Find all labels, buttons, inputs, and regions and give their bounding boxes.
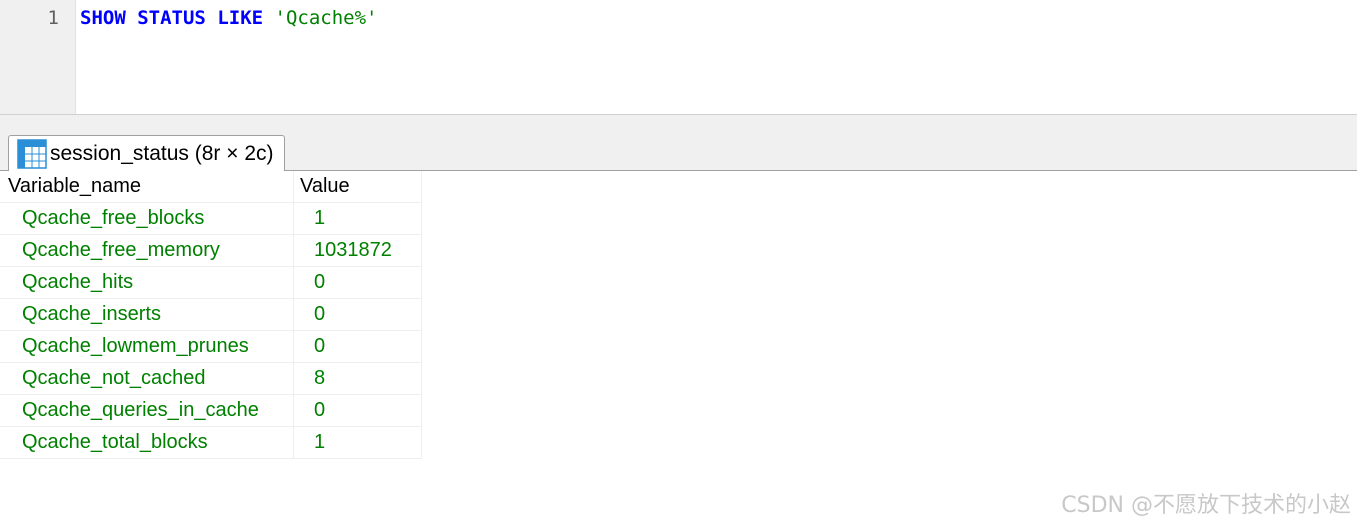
sql-keyword-like: LIKE bbox=[217, 7, 264, 29]
table-row[interactable]: Qcache_total_blocks 1 bbox=[0, 426, 422, 459]
table-row[interactable]: Qcache_not_cached 8 bbox=[0, 362, 422, 395]
table-row[interactable]: Qcache_queries_in_cache 0 bbox=[0, 394, 422, 427]
cell-variable-name[interactable]: Qcache_not_cached bbox=[0, 362, 294, 395]
cell-value[interactable]: 1031872 bbox=[293, 234, 422, 267]
sql-keyword-show: SHOW bbox=[80, 7, 126, 29]
table-grid-icon bbox=[17, 139, 47, 169]
table-row[interactable]: Qcache_hits 0 bbox=[0, 266, 422, 299]
line-number-gutter: 1 bbox=[0, 0, 76, 114]
cell-variable-name[interactable]: Qcache_queries_in_cache bbox=[0, 394, 294, 427]
line-number: 1 bbox=[47, 7, 59, 29]
sql-editor[interactable]: 1 SHOW STATUS LIKE 'Qcache%' bbox=[0, 0, 1357, 115]
table-row[interactable]: Qcache_lowmem_prunes 0 bbox=[0, 330, 422, 363]
table-row[interactable]: Qcache_free_blocks 1 bbox=[0, 202, 422, 235]
cell-variable-name[interactable]: Qcache_free_blocks bbox=[0, 202, 294, 235]
result-grid[interactable]: Variable_name Value Qcache_free_blocks 1… bbox=[0, 171, 422, 459]
cell-variable-name[interactable]: Qcache_inserts bbox=[0, 298, 294, 331]
result-tab-label: session_status (8r × 2c) bbox=[50, 142, 274, 165]
table-row[interactable]: Qcache_inserts 0 bbox=[0, 298, 422, 331]
cell-variable-name[interactable]: Qcache_free_memory bbox=[0, 234, 294, 267]
result-tab-session-status[interactable]: session_status (8r × 2c) bbox=[8, 135, 285, 173]
cell-value[interactable]: 1 bbox=[293, 426, 422, 459]
column-header-variable-name[interactable]: Variable_name bbox=[0, 171, 294, 203]
sql-keyword-status: STATUS bbox=[137, 7, 206, 29]
cell-value[interactable]: 0 bbox=[293, 298, 422, 331]
cell-variable-name[interactable]: Qcache_total_blocks bbox=[0, 426, 294, 459]
grid-header-row: Variable_name Value bbox=[0, 171, 422, 203]
column-header-value[interactable]: Value bbox=[293, 171, 422, 203]
sql-string-literal: 'Qcache%' bbox=[274, 7, 378, 29]
cell-variable-name[interactable]: Qcache_lowmem_prunes bbox=[0, 330, 294, 363]
cell-value[interactable]: 0 bbox=[293, 266, 422, 299]
cell-variable-name[interactable]: Qcache_hits bbox=[0, 266, 294, 299]
csdn-watermark: CSDN @不愿放下技术的小赵 bbox=[1061, 493, 1351, 518]
cell-value[interactable]: 0 bbox=[293, 394, 422, 427]
cell-value[interactable]: 0 bbox=[293, 330, 422, 363]
table-row[interactable]: Qcache_free_memory 1031872 bbox=[0, 234, 422, 267]
code-line[interactable]: SHOW STATUS LIKE 'Qcache%' bbox=[80, 6, 377, 30]
cell-value[interactable]: 8 bbox=[293, 362, 422, 395]
cell-value[interactable]: 1 bbox=[293, 202, 422, 235]
